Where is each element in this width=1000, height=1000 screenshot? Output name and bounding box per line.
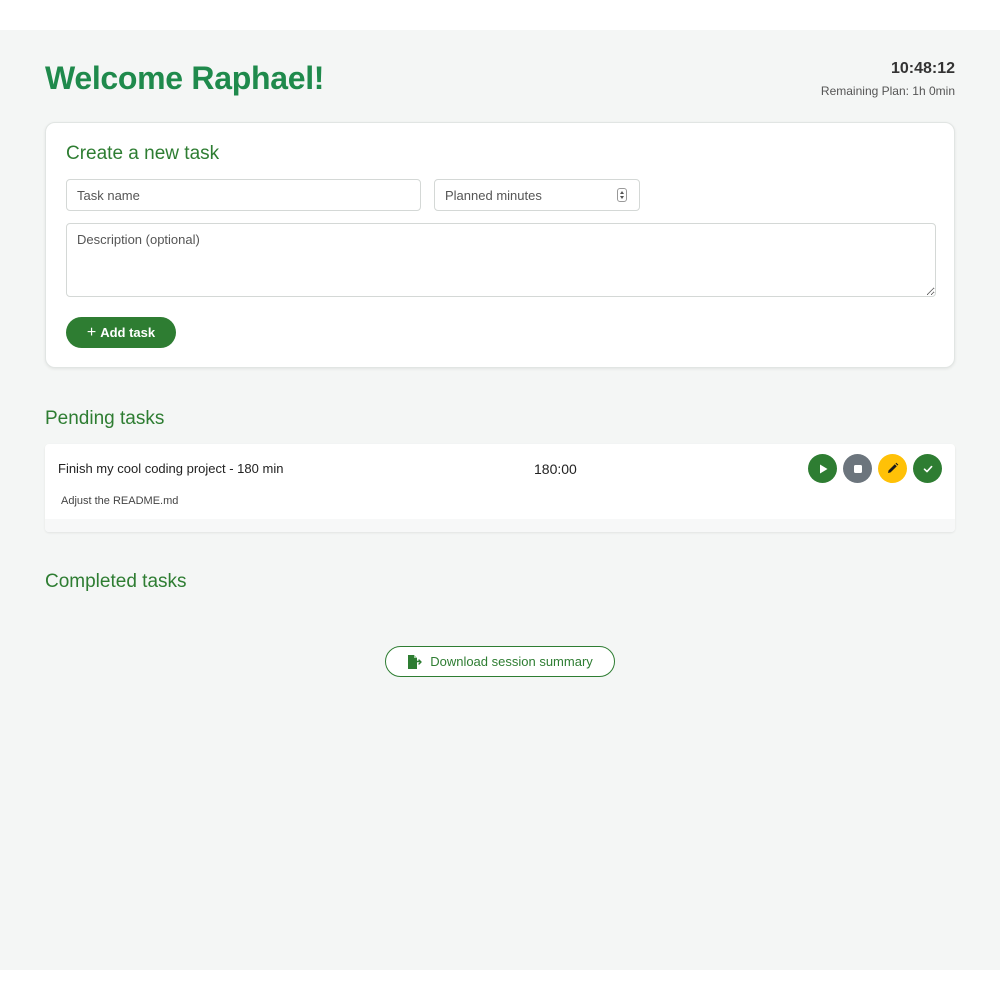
add-task-label: Add task [100,325,156,340]
clock-panel: 10:48:12 Remaining Plan: 1h 0min [821,60,955,98]
planned-minutes-input[interactable]: Planned minutes [434,179,640,211]
page-header: Welcome Raphael! 10:48:12 Remaining Plan… [45,58,955,118]
add-task-button[interactable]: + Add task [66,317,176,348]
check-icon [923,465,932,472]
start-task-button[interactable] [808,454,837,483]
edit-task-button[interactable] [878,454,907,483]
task-actions [808,454,942,483]
pencil-icon [888,462,899,473]
play-icon [819,464,827,473]
stop-task-button[interactable] [843,454,872,483]
completed-tasks-title: Completed tasks [45,571,187,592]
task-description: Adjust the README.md [61,495,179,507]
download-summary-button[interactable]: Download session summary [385,646,615,677]
app-container: Welcome Raphael! 10:48:12 Remaining Plan… [0,30,1000,970]
task-name-input[interactable] [66,179,421,211]
pending-tasks-title: Pending tasks [45,408,165,429]
task-timer: 180:00 [534,461,577,477]
planned-minutes-placeholder: Planned minutes [445,187,542,203]
description-textarea[interactable] [66,223,936,297]
remaining-plan: Remaining Plan: 1h 0min [820,84,955,98]
file-export-icon [408,654,422,669]
stop-icon [853,464,862,473]
task-title: Finish my cool coding project - 180 min [58,461,284,476]
complete-task-button[interactable] [913,454,942,483]
welcome-heading: Welcome Raphael! [45,60,325,96]
task-row: Finish my cool coding project - 180 min … [45,444,955,532]
create-task-card: Create a new task Planned minutes + Add … [45,122,955,368]
task-row-footer [45,519,955,532]
plus-icon: + [86,323,97,341]
download-summary-label: Download session summary [430,654,593,669]
clock-display: 10:48:12 [890,60,955,77]
create-task-title: Create a new task [66,143,220,164]
stepper-icon[interactable] [617,188,627,202]
